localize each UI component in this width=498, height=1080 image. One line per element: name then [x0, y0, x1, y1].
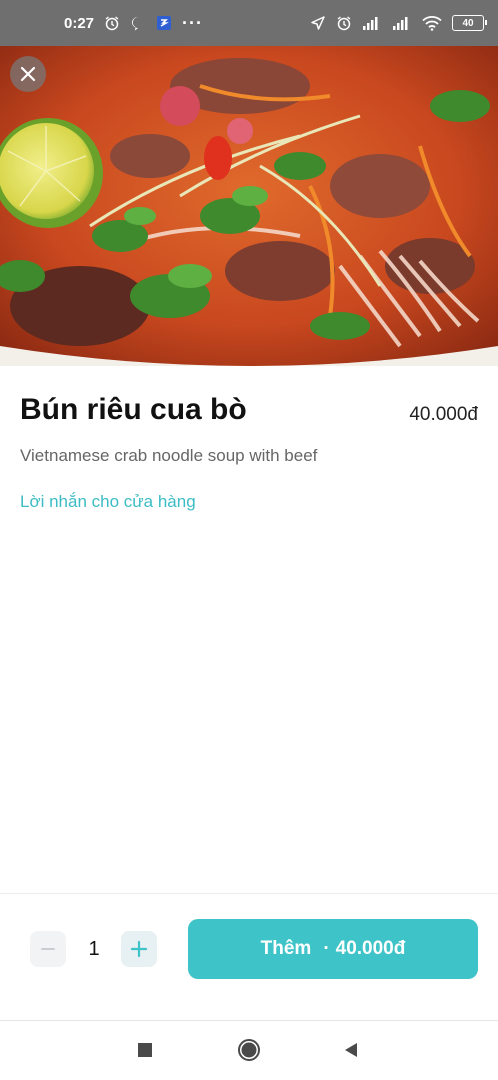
add-to-cart-button[interactable]: Thêm · 40.000đ [188, 919, 478, 979]
increase-quantity-button[interactable] [121, 931, 157, 967]
status-bar: 0:27 ··· 40 [0, 0, 498, 46]
dish-photo [0, 46, 498, 366]
battery-icon: 40 [452, 15, 487, 31]
alarm-icon [336, 15, 352, 31]
chat-bubble-icon [130, 15, 146, 31]
status-right: 40 [310, 15, 487, 31]
more-dots: ··· [182, 12, 204, 33]
minus-icon [41, 948, 55, 950]
location-arrow-icon [310, 15, 326, 31]
recent-apps-icon [138, 1043, 152, 1057]
dish-description: Vietnamese crab noodle soup with beef [20, 446, 318, 465]
dish-price: 40.000đ [409, 404, 478, 425]
app-badge-icon [156, 15, 172, 31]
product-details: Bún riêu cua bò 40.000đ Vietnamese crab … [20, 392, 478, 512]
close-icon [20, 66, 36, 82]
signal-icon [362, 16, 382, 30]
add-button-total: 40.000đ [335, 938, 406, 959]
noodle-soup-illustration [0, 46, 498, 366]
bottom-divider [0, 893, 498, 894]
quantity-value: 1 [88, 937, 100, 960]
system-nav-bar [0, 1021, 498, 1080]
alarm-icon [104, 15, 120, 31]
note-to-store-link[interactable]: Lời nhắn cho cửa hàng [20, 492, 478, 512]
status-time: 0:27 [64, 14, 95, 32]
back-icon [345, 1043, 357, 1057]
add-button-separator: · [323, 938, 330, 959]
add-button-label: Thêm [260, 938, 312, 959]
signal-icon [392, 16, 412, 30]
decrease-quantity-button[interactable] [30, 931, 66, 967]
plus-icon [130, 940, 148, 958]
back-button[interactable] [339, 1038, 363, 1062]
wifi-icon [422, 15, 442, 31]
recent-apps-button[interactable] [133, 1038, 157, 1062]
close-button[interactable] [10, 56, 46, 92]
home-button[interactable] [237, 1038, 261, 1062]
title-row: Bún riêu cua bò 40.000đ [20, 392, 478, 428]
status-left: 0:27 ··· [64, 13, 203, 34]
dish-name: Bún riêu cua bò [20, 393, 247, 426]
home-icon [238, 1039, 260, 1061]
